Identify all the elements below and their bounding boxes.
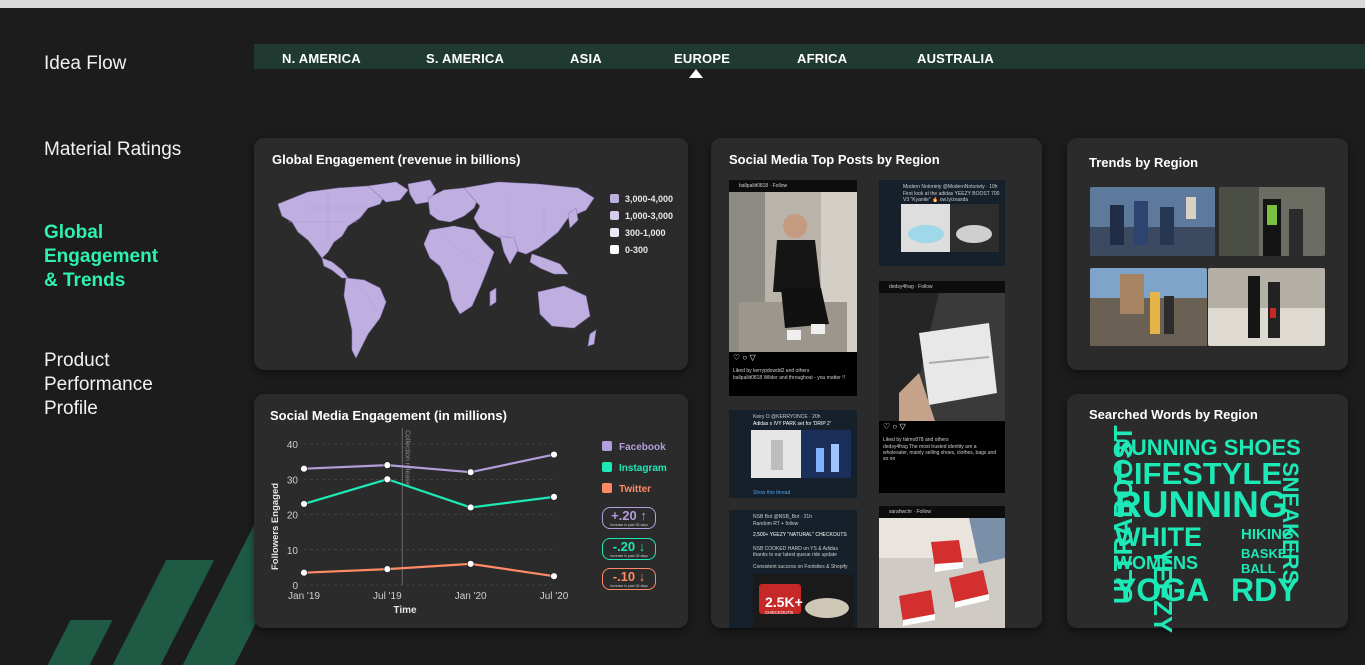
sidebar-item-global-engagement[interactable]: Global Engagement & Trends [44,221,174,293]
trends-card: Trends by Region [1067,138,1348,370]
trends-title: Trends by Region [1089,155,1199,170]
x-tick-label: Jul '20 [540,591,569,602]
tab-africa[interactable]: AFRICA [797,51,847,66]
post-photo [879,293,1005,421]
tab-n-america[interactable]: N. AMERICA [282,51,361,66]
trend-photo[interactable] [1090,187,1215,256]
post-photo [901,204,999,252]
tab-australia[interactable]: AUSTRALIA [917,51,994,66]
post-2[interactable]: Modern Notoriety @ModernNotoriety · 10h … [879,180,1005,266]
data-point-twitter [300,568,308,577]
trend-photo[interactable] [1208,268,1325,346]
post-header: dedsy4frag · Follow [879,281,1005,293]
post-5[interactable]: NSB Bot @NSB_Bot · 21h Random RT + follo… [729,510,857,628]
top-posts-title: Social Media Top Posts by Region [729,152,940,167]
word-running[interactable]: RUNNING [1115,486,1288,523]
tab-s-america[interactable]: S. AMERICA [426,51,504,66]
post-header: ballpaliit0818 · Follow [729,180,857,192]
facebook-change-badge: +.20 ↑ increase in past 30 days [602,507,656,529]
x-tick-label: Jan '19 [288,591,320,602]
top-posts-card: Social Media Top Posts by Region ballpal… [711,138,1042,628]
legend-item: 0-300 [610,245,648,255]
region-tab-bar: N. AMERICA S. AMERICA ASIA EUROPE AFRICA… [254,44,1365,69]
selected-tab-indicator [689,69,703,78]
post-1[interactable]: ballpaliit0818 · Follow ♡ ○ ▽ Liked by k… [729,180,857,396]
y-tick-label: 20 [287,511,299,522]
y-tick-label: 40 [287,440,299,451]
post-actions[interactable]: ♡ ○ ▽ [733,354,756,362]
checkouts-badge: 2.5K+ [765,594,803,610]
post-4[interactable]: Keiry O @KERRYONCE · 20h Adidas x IVY PA… [729,410,857,498]
sidebar: Idea Flow Material Ratings Global Engage… [0,8,240,665]
word-ultraboost[interactable]: ULTRABOOST [1108,425,1138,604]
sidebar-item-product-performance[interactable]: Product Performance Profile [44,349,184,421]
world-map[interactable] [268,178,598,363]
tab-europe[interactable]: EUROPE [674,51,730,66]
post-3[interactable]: dedsy4frag · Follow ♡ ○ ▽ Liked by falmo… [879,281,1005,493]
legend-item: 3,000-4,000 [610,194,673,204]
series-line-facebook [303,453,555,474]
instagram-change-badge: -.20 ↓ increase in past 30 days [602,538,656,560]
data-point-instagram [550,493,558,501]
searched-words-card: Searched Words by Region RUNNING SHOES L… [1067,394,1348,633]
data-point-twitter [466,560,475,568]
post-photo [879,518,1005,628]
data-point-instagram [300,500,308,508]
release-annotation: Collection release [403,430,410,486]
data-point-facebook [300,464,308,473]
data-point-twitter [550,572,558,580]
y-tick-label: 30 [287,475,299,486]
top-strip [0,0,1365,8]
global-engagement-card: Global Engagement (revenue in billions) [254,138,688,370]
legend-facebook[interactable]: Facebook [602,441,666,453]
trend-photo[interactable] [1219,187,1325,256]
legend-twitter[interactable]: Twitter [602,483,651,495]
global-engagement-title: Global Engagement (revenue in billions) [272,152,521,167]
series-line-twitter [303,562,555,578]
y-tick-label: 10 [287,546,299,557]
legend-item: 1,000-3,000 [610,211,673,221]
sidebar-item-material-ratings[interactable]: Material Ratings [44,138,234,162]
y-axis-label: Followers Engaged [270,483,281,570]
data-point-instagram [383,475,392,483]
sidebar-item-idea-flow[interactable]: Idea Flow [44,52,234,76]
word-yeezy[interactable]: YEEZY [1148,548,1178,633]
x-tick-label: Jan '20 [455,591,487,602]
social-engagement-card: Social Media Engagement (in millions) 01… [254,394,688,628]
data-point-facebook [466,468,475,476]
engagement-line-chart[interactable]: 010203040Jan '19 Jul '19 Jan '20 Jul '20Col… [254,394,594,628]
legend-item: 300-1,000 [610,228,666,238]
post-actions[interactable]: ♡ ○ ▽ [883,423,906,431]
data-point-facebook [550,450,558,459]
data-point-facebook [383,461,392,469]
legend-instagram[interactable]: Instagram [602,462,667,474]
data-point-twitter [383,565,392,573]
trend-photo[interactable] [1090,268,1207,346]
post-photo [729,192,857,352]
post-6[interactable]: sarahwchr · Follow [879,506,1005,628]
tab-asia[interactable]: ASIA [570,51,602,66]
x-axis-label: Time [393,605,417,616]
searched-words-title: Searched Words by Region [1089,407,1258,422]
series-line-instagram [303,478,555,509]
word-sneakers[interactable]: SNEAKERS [1278,462,1303,584]
post-header: sarahwchr · Follow [879,506,1005,518]
post-photo [751,430,851,478]
data-point-instagram [466,503,475,512]
x-tick-label: Jul '19 [373,591,402,602]
twitter-change-badge: -.10 ↓ increase in past 30 days [602,568,656,590]
